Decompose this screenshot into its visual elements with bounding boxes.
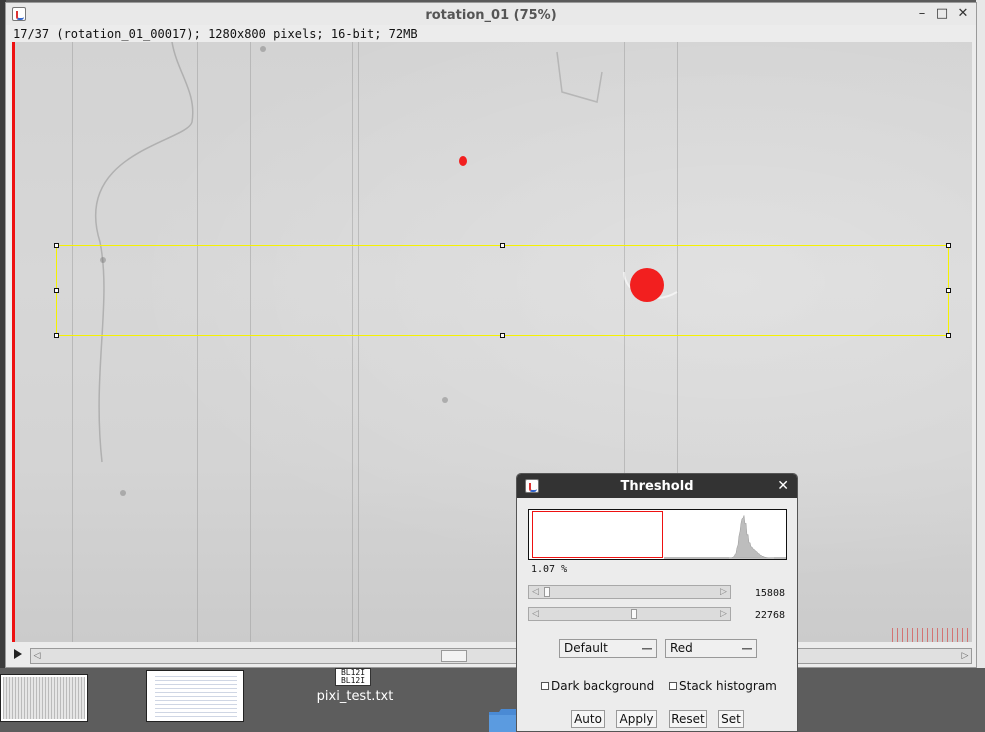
slider-left-icon[interactable]: ◁ [530,609,541,619]
auto-button[interactable]: Auto [571,710,605,728]
set-button[interactable]: Set [718,710,744,728]
image-info: 17/37 (rotation_01_00017); 1280x800 pixe… [13,27,418,41]
slider-right-icon[interactable]: ▷ [718,609,729,619]
window-title: rotation_01 (75%) [425,8,557,23]
max-threshold-slider[interactable]: ◁ ▷ [528,607,731,621]
max-slider-thumb[interactable] [631,609,637,619]
desktop-thumbnail-1[interactable] [0,674,88,722]
reset-button[interactable]: Reset [669,710,707,728]
min-slider-thumb[interactable] [544,587,550,597]
stack-slider[interactable]: ◁ ▷ [30,648,972,664]
roi-handle[interactable] [54,243,59,248]
stack-histogram-label: Stack histogram [679,679,777,693]
scroll-right-icon[interactable]: ▷ [959,650,971,662]
scroll-left-icon[interactable]: ◁ [31,650,43,662]
image-speck [442,397,448,403]
minimize-button[interactable]: – [914,6,930,22]
close-icon[interactable]: ✕ [777,478,789,494]
apply-button[interactable]: Apply [616,710,657,728]
dropdown-icon [642,648,652,650]
dropdown-icon [742,648,752,650]
image-speck [260,46,266,52]
play-icon[interactable] [14,649,22,659]
image-canvas[interactable] [12,42,972,642]
roi-handle[interactable] [500,243,505,248]
desktop-thumbnail-2[interactable] [146,670,244,722]
checkbox-box[interactable] [669,682,677,690]
rectangle-roi[interactable] [56,245,949,336]
image-features [94,42,678,463]
dark-background-checkbox[interactable]: Dark background [541,679,654,693]
roi-handle[interactable] [500,333,505,338]
threshold-titlebar[interactable]: Threshold ✕ [517,474,797,498]
method-dropdown[interactable]: Default [559,639,657,658]
close-button[interactable]: ✕ [955,6,971,22]
display-dropdown[interactable]: Red [665,639,757,658]
roi-handle[interactable] [54,288,59,293]
min-threshold-slider[interactable]: ◁ ▷ [528,585,731,599]
roi-handle[interactable] [946,243,951,248]
image-window-titlebar[interactable]: rotation_01 (75%) – □ ✕ [6,3,976,25]
stack-slider-row: ◁ ▷ [12,647,972,665]
roi-handle[interactable] [946,288,951,293]
threshold-dialog[interactable]: Threshold ✕ 1.07 % ◁ ▷ 15808 ◁ ▷ 22768 D… [516,473,798,732]
threshold-percent: 1.07 % [531,564,568,575]
threshold-histogram [528,509,787,560]
image-speck [120,490,126,496]
threshold-title: Threshold [620,479,694,494]
max-threshold-value: 22768 [754,610,785,621]
text-file-icon[interactable]: BL12I BL12I [335,668,371,686]
slider-left-icon[interactable]: ◁ [530,587,541,597]
image-window[interactable]: rotation_01 (75%) – □ ✕ 17/37 (rotation_… [5,2,977,668]
stack-slider-thumb[interactable] [441,650,467,662]
slider-right-icon[interactable]: ▷ [718,587,729,597]
folder-icon[interactable] [488,706,518,732]
method-value: Default [564,641,608,655]
histogram-plot [664,515,786,559]
threshold-blob-small [459,156,467,166]
stack-histogram-checkbox[interactable]: Stack histogram [669,679,777,693]
maximize-button[interactable]: □ [934,6,950,22]
dark-background-label: Dark background [551,679,655,693]
min-threshold-value: 15808 [754,588,785,599]
file-label[interactable]: pixi_test.txt [305,689,405,704]
threshold-noise [892,628,972,642]
checkbox-box[interactable] [541,682,549,690]
roi-handle[interactable] [946,333,951,338]
roi-handle[interactable] [54,333,59,338]
desktop-right-edge [976,0,985,670]
display-value: Red [670,641,693,655]
